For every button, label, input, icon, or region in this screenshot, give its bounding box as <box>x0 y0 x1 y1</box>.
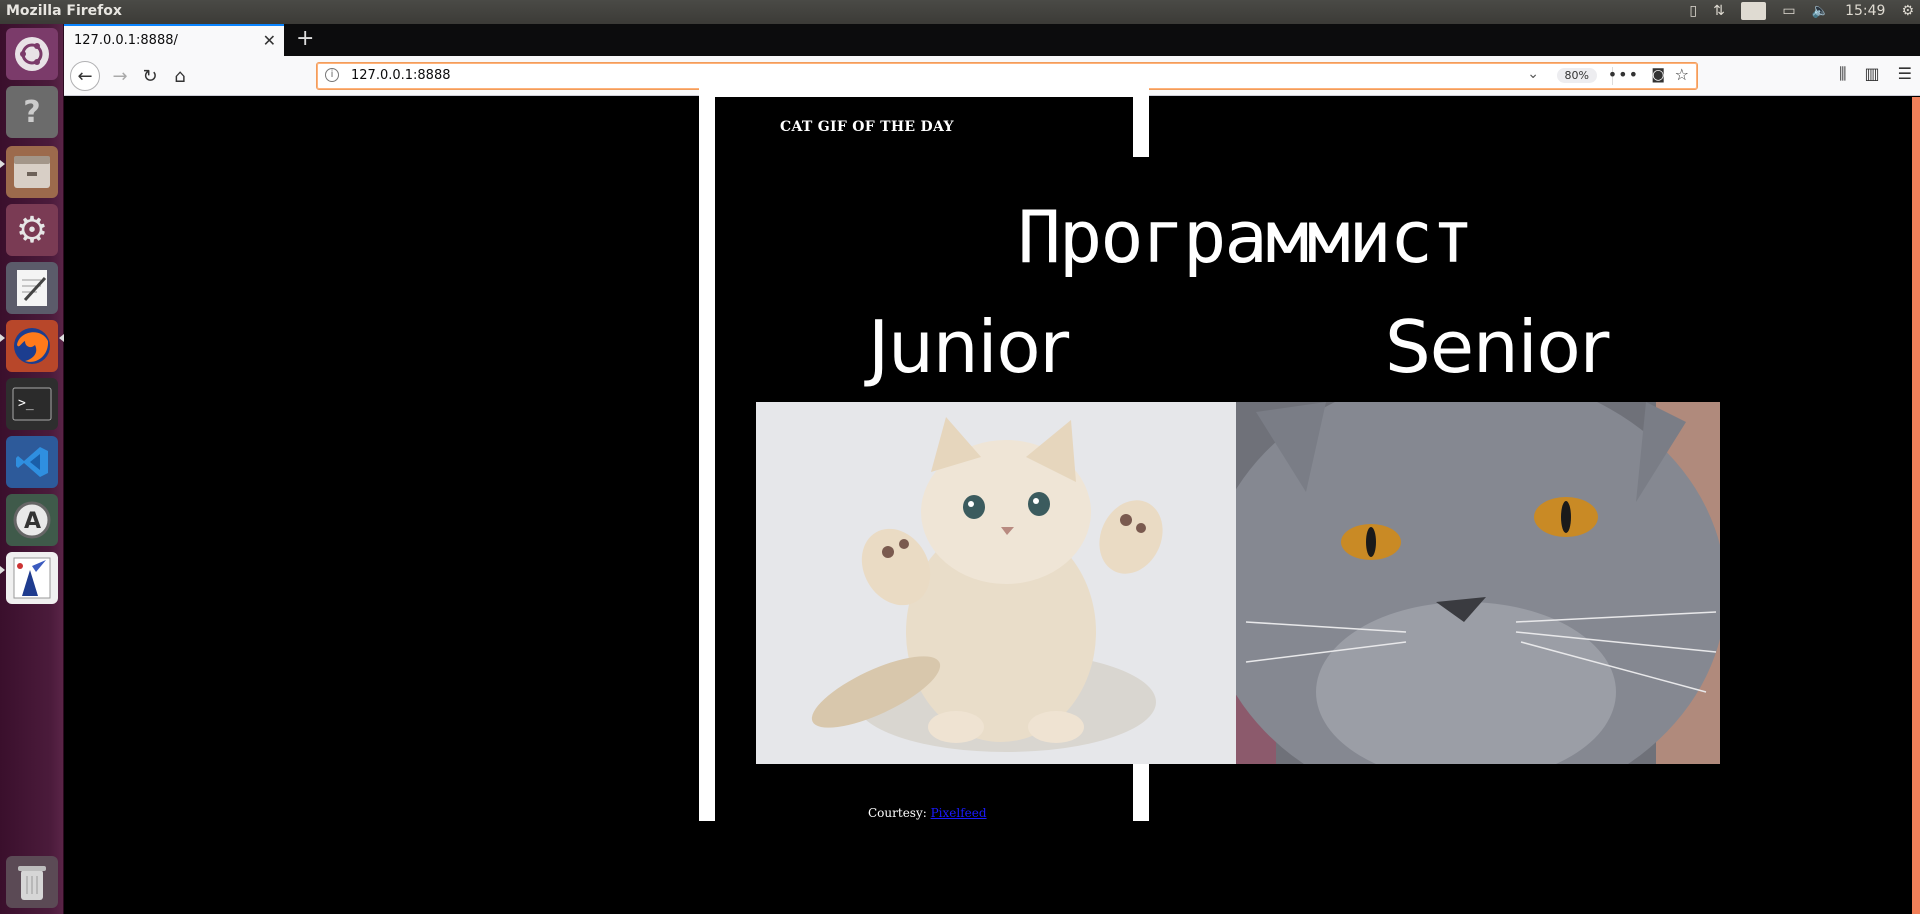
home-button[interactable]: ⌂ <box>166 62 194 90</box>
image-viewer-icon[interactable] <box>6 552 58 604</box>
reload-button[interactable]: ↻ <box>136 62 164 90</box>
junior-kitten-image <box>756 402 1236 764</box>
files-icon[interactable] <box>6 146 58 198</box>
meme-heading: Программист <box>1017 195 1475 279</box>
url-text[interactable]: 127.0.0.1:8888 <box>351 68 451 83</box>
courtesy-link[interactable]: Pixelfeed <box>931 806 987 820</box>
svg-text:A: A <box>24 509 41 534</box>
toolbar-right: ⫼ ▥ ☰ <box>1839 64 1912 84</box>
svg-text:>_: >_ <box>18 396 34 411</box>
system-settings-icon[interactable]: ⚙ <box>6 204 58 256</box>
running-indicator <box>0 334 5 342</box>
trash-icon[interactable] <box>6 856 58 908</box>
tab-active[interactable]: 127.0.0.1:8888/ ✕ <box>64 24 284 56</box>
forward-button[interactable]: → <box>106 62 134 90</box>
network-icon[interactable]: ⇅ <box>1713 3 1725 19</box>
library-icon[interactable]: ⫼ <box>1839 64 1846 84</box>
help-icon[interactable]: ? <box>6 86 58 138</box>
settings-gear-icon[interactable]: ⚙ <box>1901 3 1914 19</box>
bookmark-star-icon[interactable]: ☆ <box>1675 65 1689 84</box>
zoom-level-badge[interactable]: 80% <box>1556 68 1597 83</box>
system-tray: ▯ ⇅ En ▭ 🔈 15:49 ⚙ <box>1673 2 1914 20</box>
menu-hamburger-icon[interactable]: ☰ <box>1898 64 1912 84</box>
junior-label: Junior <box>868 305 1069 389</box>
sidebar-icon[interactable]: ▥ <box>1865 64 1880 84</box>
url-dropdown-chevron-icon[interactable]: ⌄ <box>1527 66 1539 82</box>
site-info-icon[interactable]: i <box>325 68 339 82</box>
close-tab-icon[interactable]: ✕ <box>263 31 276 50</box>
page-scrollbar[interactable] <box>1912 97 1920 914</box>
senior-cat-image <box>1236 402 1720 764</box>
keyboard-layout-indicator[interactable]: En <box>1740 2 1767 20</box>
pocket-icon[interactable]: ◙ <box>1651 67 1665 83</box>
clock[interactable]: 15:49 <box>1845 3 1885 19</box>
back-button[interactable]: ← <box>70 61 100 91</box>
ubuntu-dash-icon[interactable] <box>6 28 58 80</box>
running-indicator <box>0 566 5 574</box>
senior-label: Senior <box>1385 305 1609 389</box>
battery-icon[interactable]: ▭ <box>1782 3 1795 19</box>
system-top-bar: Mozilla Firefox ▯ ⇅ En ▭ 🔈 15:49 ⚙ <box>0 0 1920 24</box>
courtesy-line: Courtesy: Pixelfeed <box>868 806 987 820</box>
vscode-icon[interactable] <box>6 436 58 488</box>
volume-icon[interactable]: 🔈 <box>1812 3 1829 19</box>
firefox-icon[interactable] <box>6 320 58 372</box>
courtesy-label: Courtesy: <box>868 806 927 820</box>
terminal-icon[interactable]: >_ <box>6 378 58 430</box>
software-updater-icon[interactable]: A <box>6 494 58 546</box>
tab-title: 127.0.0.1:8888/ <box>74 33 178 48</box>
new-tab-button[interactable]: + <box>296 26 314 51</box>
running-indicator <box>0 160 5 168</box>
tab-strip: 127.0.0.1:8888/ ✕ + <box>64 24 1920 56</box>
page-header-title: CAT GIF OF THE DAY <box>780 119 954 135</box>
window-title: Mozilla Firefox <box>6 3 122 19</box>
text-editor-icon[interactable] <box>6 262 58 314</box>
launcher: ? ⚙ >_ A <box>0 24 64 914</box>
files-indicator-icon[interactable]: ▯ <box>1689 3 1697 19</box>
page-actions-menu-icon[interactable]: ••• <box>1608 65 1639 84</box>
